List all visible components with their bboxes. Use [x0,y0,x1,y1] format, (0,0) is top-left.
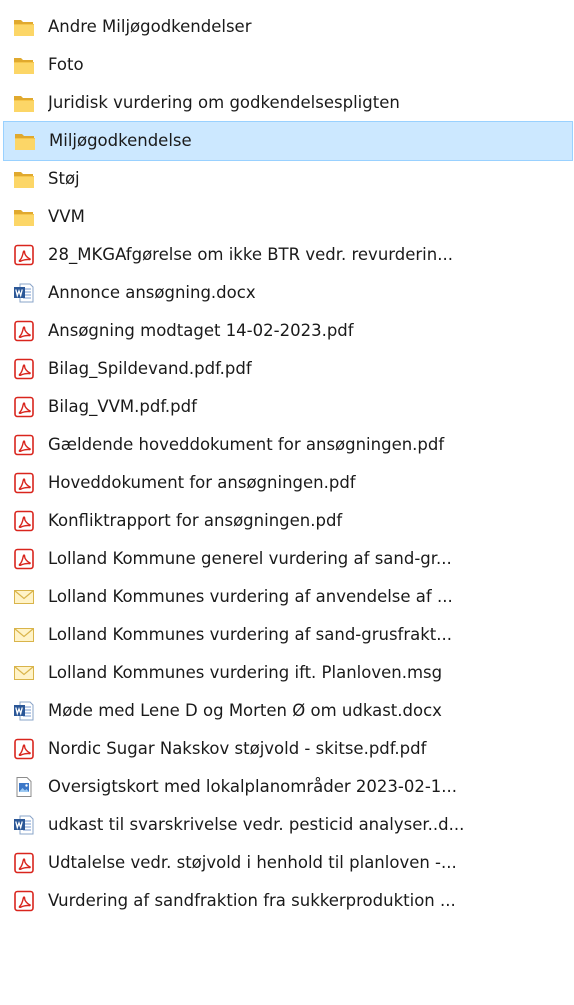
pdf-icon [13,852,35,874]
item-name: Vurdering af sandfraktion fra sukkerprod… [48,891,456,910]
item-name: Konfliktrapport for ansøgningen.pdf [48,511,343,530]
file-item[interactable]: Lolland Kommune generel vurdering af san… [0,539,574,579]
item-name: Bilag_VVM.pdf.pdf [48,397,197,416]
mail-icon [13,662,35,684]
item-name: Lolland Kommunes vurdering af sand-grusf… [48,625,453,644]
folder-item[interactable]: Miljøgodkendelse [3,121,573,161]
image-file-icon [13,776,35,798]
item-name: Foto [48,55,84,74]
folder-icon [14,130,36,152]
file-item[interactable]: Lolland Kommunes vurdering af anvendelse… [0,577,574,617]
item-name: Bilag_Spildevand.pdf.pdf [48,359,252,378]
file-item[interactable]: Annonce ansøgning.docx [0,273,574,313]
folder-item[interactable]: Støj [0,159,574,199]
folder-item[interactable]: Foto [0,45,574,85]
item-name: Ansøgning modtaget 14-02-2023.pdf [48,321,354,340]
word-icon [13,814,35,836]
mail-icon [13,586,35,608]
word-icon [13,282,35,304]
pdf-icon [13,434,35,456]
folder-item[interactable]: VVM [0,197,574,237]
item-name: Lolland Kommunes vurdering ift. Planlove… [48,663,443,682]
item-name: Juridisk vurdering om godkendelsespligte… [48,93,400,112]
pdf-icon [13,738,35,760]
item-name: udkast til svarskrivelse vedr. pesticid … [48,815,465,834]
file-item[interactable]: Oversigtskort med lokalplanområder 2023-… [0,767,574,807]
folder-icon [13,16,35,38]
file-item[interactable]: Udtalelse vedr. støjvold i henhold til p… [0,843,574,883]
item-name: Miljøgodkendelse [49,131,192,150]
file-item[interactable]: Møde med Lene D og Morten Ø om udkast.do… [0,691,574,731]
item-name: Lolland Kommunes vurdering af anvendelse… [48,587,453,606]
file-item[interactable]: 28_MKGAfgørelse om ikke BTR vedr. revurd… [0,235,574,275]
folder-icon [13,168,35,190]
pdf-icon [13,244,35,266]
folder-icon [13,206,35,228]
folder-icon [13,54,35,76]
word-icon [13,700,35,722]
file-item[interactable]: Lolland Kommunes vurdering af sand-grusf… [0,615,574,655]
file-item[interactable]: udkast til svarskrivelse vedr. pesticid … [0,805,574,845]
item-name: Udtalelse vedr. støjvold i henhold til p… [48,853,457,872]
file-item[interactable]: Ansøgning modtaget 14-02-2023.pdf [0,311,574,351]
pdf-icon [13,548,35,570]
file-item[interactable]: Nordic Sugar Nakskov støjvold - skitse.p… [0,729,574,769]
mail-icon [13,624,35,646]
file-item[interactable]: Hoveddokument for ansøgningen.pdf [0,463,574,503]
file-list: Andre Miljøgodkendelser Foto Juridisk vurd… [0,0,574,1005]
item-name: Nordic Sugar Nakskov støjvold - skitse.p… [48,739,427,758]
file-item[interactable]: Konfliktrapport for ansøgningen.pdf [0,501,574,541]
item-name: VVM [48,207,85,226]
item-name: Andre Miljøgodkendelser [48,17,252,36]
pdf-icon [13,472,35,494]
pdf-icon [13,396,35,418]
item-name: 28_MKGAfgørelse om ikke BTR vedr. revurd… [48,245,453,264]
pdf-icon [13,320,35,342]
file-item[interactable]: Lolland Kommunes vurdering ift. Planlove… [0,653,574,693]
item-name: Oversigtskort med lokalplanområder 2023-… [48,777,458,796]
pdf-icon [13,358,35,380]
item-name: Møde med Lene D og Morten Ø om udkast.do… [48,701,442,720]
item-name: Gældende hoveddokument for ansøgningen.p… [48,435,445,454]
folder-item[interactable]: Juridisk vurdering om godkendelsespligte… [0,83,574,123]
item-name: Lolland Kommune generel vurdering af san… [48,549,452,568]
folder-item[interactable]: Andre Miljøgodkendelser [0,7,574,47]
pdf-icon [13,890,35,912]
folder-icon [13,92,35,114]
file-item[interactable]: Gældende hoveddokument for ansøgningen.p… [0,425,574,465]
pdf-icon [13,510,35,532]
item-name: Støj [48,169,80,188]
file-item[interactable]: Vurdering af sandfraktion fra sukkerprod… [0,881,574,921]
item-name: Annonce ansøgning.docx [48,283,256,302]
item-name: Hoveddokument for ansøgningen.pdf [48,473,356,492]
file-item[interactable]: Bilag_Spildevand.pdf.pdf [0,349,574,389]
file-item[interactable]: Bilag_VVM.pdf.pdf [0,387,574,427]
